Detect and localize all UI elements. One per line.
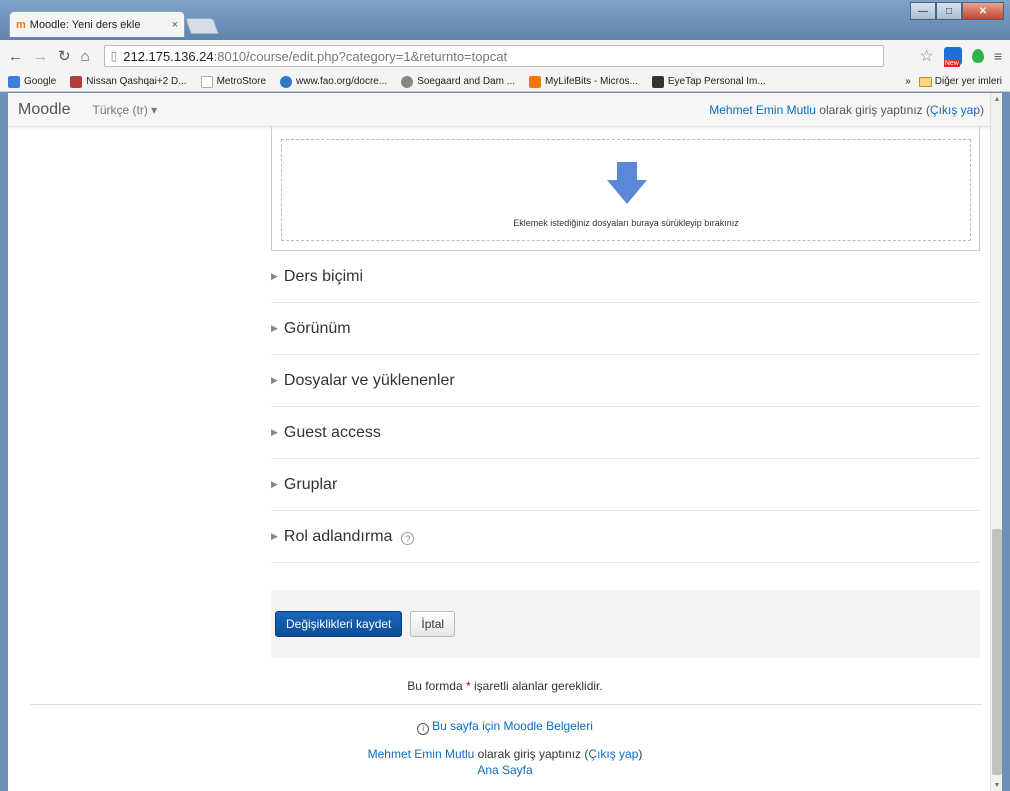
other-bookmarks-folder[interactable]: Diğer yer imleri [918, 76, 1002, 87]
user-profile-link[interactable]: Mehmet Emin Mutlu [709, 103, 816, 117]
browser-menu-icon[interactable]: ≡ [994, 48, 1002, 64]
bookmarks-bar: Google Nissan Qashqai+2 D... MetroStore … [0, 72, 1010, 92]
scroll-up-icon[interactable]: ▲ [991, 93, 1002, 105]
language-menu[interactable]: Türkçe (tr) ▾ [92, 103, 157, 117]
bookmark-item[interactable]: MetroStore [200, 75, 266, 88]
moodle-navbar: Moodle Türkçe (tr) ▾ Mehmet Emin Mutlu o… [8, 93, 1002, 127]
soegaard-icon [401, 75, 414, 88]
home-icon[interactable]: ⌂ [81, 48, 90, 65]
page-icon [200, 75, 213, 88]
dropzone-text: Eklemek istediğiniz dosyaları buraya sür… [513, 218, 739, 228]
home-link[interactable]: Ana Sayfa [477, 763, 532, 777]
extension-leaf-icon[interactable] [971, 49, 984, 63]
footer-divider [30, 704, 982, 705]
info-icon: i [417, 722, 430, 735]
section-gruplar[interactable]: ▶ Gruplar [271, 459, 980, 511]
scroll-down-icon[interactable]: ▼ [991, 779, 1002, 791]
forward-icon[interactable]: → [33, 48, 48, 65]
url-path: :8010/course/edit.php?category=1&returnt… [213, 48, 508, 64]
fao-icon [280, 75, 293, 88]
section-gorunum[interactable]: ▶ Görünüm [271, 303, 980, 355]
cancel-button[interactable]: İptal [410, 611, 456, 637]
tab-close-icon[interactable]: × [172, 19, 178, 31]
moodle-brand-link[interactable]: Moodle [18, 101, 70, 119]
bookmark-item[interactable]: www.fao.org/docre... [280, 75, 387, 88]
footer-login-info: Mehmet Emin Mutlu olarak giriş yaptınız … [367, 747, 643, 761]
page-icon: ▯ [110, 49, 118, 63]
maximize-icon[interactable]: □ [936, 2, 962, 20]
collapse-triangle-icon: ▶ [271, 427, 278, 437]
collapse-triangle-icon: ▶ [271, 271, 278, 281]
browser-tab[interactable]: m Moodle: Yeni ders ekle × [9, 11, 185, 37]
collapse-triangle-icon: ▶ [271, 479, 278, 489]
moodle-docs-link[interactable]: Bu sayfa için Moodle Belgeleri [432, 719, 593, 733]
login-info: Mehmet Emin Mutlu olarak giriş yaptınız … [709, 102, 984, 117]
file-picker-container: Eklemek istediğiniz dosyaları buraya sür… [271, 127, 980, 251]
new-tab-button[interactable] [185, 18, 219, 34]
bookmark-item[interactable]: MyLifeBits - Micros... [529, 75, 638, 88]
nissan-icon [70, 75, 83, 88]
logout-link[interactable]: Çıkış yap [930, 103, 980, 117]
footer-home: Ana Sayfa [8, 763, 1002, 777]
footer-user-link[interactable]: Mehmet Emin Mutlu [368, 747, 475, 761]
bookmark-item[interactable]: Nissan Qashqai+2 D... [70, 75, 187, 88]
browser-titlebar: m Moodle: Yeni ders ekle × — □ ✕ [0, 0, 1010, 40]
required-fields-note: Bu formda * işaretli alanlar gereklidir. [407, 679, 603, 693]
save-button[interactable]: Değişiklikleri kaydet [275, 611, 403, 637]
mylifebits-icon [529, 75, 542, 88]
folder-icon [918, 76, 932, 87]
footer-docs: i Bu sayfa için Moodle Belgeleri [8, 719, 1002, 735]
bookmark-item[interactable]: Google [8, 75, 56, 88]
scroll-thumb[interactable] [992, 529, 1002, 775]
back-icon[interactable]: ← [8, 48, 23, 65]
page-viewport: Moodle Türkçe (tr) ▾ Mehmet Emin Mutlu o… [8, 93, 1002, 791]
moodle-favicon-icon: m [16, 18, 26, 31]
close-window-icon[interactable]: ✕ [962, 2, 1004, 20]
bookmark-item[interactable]: EyeTap Personal Im... [651, 75, 766, 88]
bookmark-item[interactable]: Soegaard and Dam ... [401, 75, 515, 88]
extension-new-icon[interactable] [943, 47, 962, 67]
drop-arrow-icon [607, 162, 647, 204]
reload-icon[interactable]: ↻ [58, 47, 71, 65]
google-icon [8, 75, 20, 88]
collapse-triangle-icon: ▶ [271, 375, 278, 385]
section-ders-bicimi[interactable]: ▶ Ders biçimi [271, 251, 980, 303]
tab-title: Moodle: Yeni ders ekle [29, 18, 141, 31]
bookmarks-overflow-icon[interactable]: » [905, 76, 911, 87]
browser-toolbar: ← → ↻ ⌂ ▯ 212.175.136.24:8010/course/edi… [0, 40, 1010, 72]
help-icon[interactable]: ? [401, 532, 415, 545]
form-actions: Değişiklikleri kaydet İptal [271, 590, 980, 658]
window-controls: — □ ✕ [910, 2, 1004, 20]
section-rol-adlandirma[interactable]: ▶ Rol adlandırma? [271, 511, 980, 563]
section-dosyalar[interactable]: ▶ Dosyalar ve yüklenenler [271, 355, 980, 407]
file-dropzone[interactable]: Eklemek istediğiniz dosyaları buraya sür… [281, 139, 971, 241]
eyetap-icon [651, 75, 664, 88]
footer-logout-link[interactable]: Çıkış yap [588, 747, 638, 761]
caret-down-icon: ▾ [151, 102, 158, 117]
address-bar[interactable]: ▯ 212.175.136.24:8010/course/edit.php?ca… [103, 45, 884, 67]
section-guest-access[interactable]: ▶ Guest access [271, 407, 980, 459]
collapse-triangle-icon: ▶ [271, 531, 278, 541]
url-host: 212.175.136.24 [123, 48, 214, 64]
vertical-scrollbar[interactable]: ▲ ▼ [990, 93, 1002, 791]
bookmark-star-icon[interactable]: ☆ [919, 46, 933, 66]
collapse-triangle-icon: ▶ [271, 323, 278, 333]
minimize-icon[interactable]: — [910, 2, 936, 20]
